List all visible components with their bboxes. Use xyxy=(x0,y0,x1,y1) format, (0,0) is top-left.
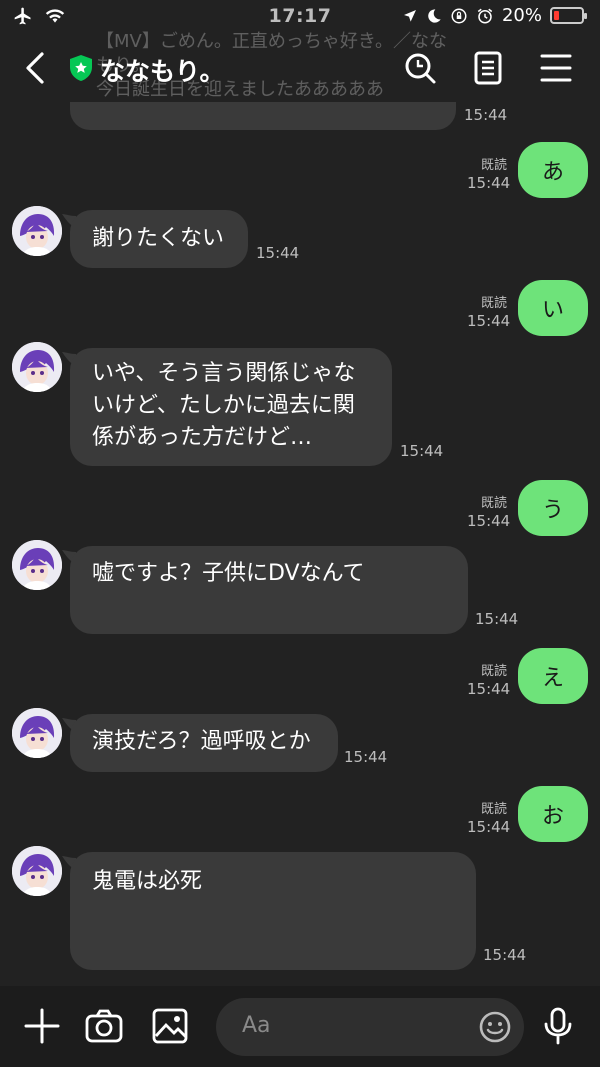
message-input[interactable]: Aa xyxy=(216,998,524,1056)
outgoing-message-bubble[interactable]: い xyxy=(518,280,588,336)
read-receipt: 既読 xyxy=(481,802,508,817)
message-time: 15:44 xyxy=(467,174,511,192)
outgoing-message-bubble[interactable]: お xyxy=(518,786,588,842)
battery-percent: 20% xyxy=(501,5,542,26)
emoji-icon[interactable] xyxy=(478,1010,512,1044)
moon-icon xyxy=(428,8,441,23)
avatar[interactable] xyxy=(12,846,62,896)
outgoing-message-bubble[interactable]: う xyxy=(518,480,588,536)
composer-bar: Aa xyxy=(0,986,600,1067)
message-time: 15:44 xyxy=(467,818,511,836)
chat-header: 【MV】ごめん。正直めっちゃ好き。／ななもり。 今日誕生日を迎えましたあああああ… xyxy=(0,31,600,102)
incoming-message-bubble[interactable]: 演技だろ？過呼吸とか xyxy=(70,714,338,772)
menu-icon[interactable] xyxy=(538,50,574,86)
back-arrow-icon[interactable] xyxy=(20,50,50,86)
avatar[interactable] xyxy=(12,708,62,758)
message-time: 15:44 xyxy=(467,312,511,330)
plus-icon[interactable] xyxy=(22,1006,62,1046)
microphone-icon[interactable] xyxy=(538,1006,578,1046)
alarm-icon xyxy=(477,8,493,23)
chat-title: ななもり。 xyxy=(100,57,225,86)
message-time: 15:44 xyxy=(256,244,300,262)
incoming-message-bubble[interactable]: 鬼電は必死 xyxy=(70,852,476,970)
read-receipt: 既読 xyxy=(481,496,508,511)
previous-message-bubble[interactable] xyxy=(70,102,456,130)
rotation-lock-icon xyxy=(451,8,467,23)
notes-icon[interactable] xyxy=(470,50,506,86)
avatar[interactable] xyxy=(12,206,62,256)
outgoing-message-bubble[interactable]: あ xyxy=(518,142,588,198)
avatar[interactable] xyxy=(12,342,62,392)
avatar[interactable] xyxy=(12,540,62,590)
message-time: 15:44 xyxy=(400,442,444,460)
location-icon xyxy=(403,9,416,22)
message-time: 15:44 xyxy=(467,680,511,698)
status-bar: 17:17 20% xyxy=(0,0,600,34)
message-list[interactable]: 15:44 既読 15:44 あ 謝りたくない 15:44 既読 15:44 い… xyxy=(0,102,600,986)
official-shield-icon xyxy=(70,55,92,81)
message-time: 15:44 xyxy=(467,512,511,530)
outgoing-message-bubble[interactable]: え xyxy=(518,648,588,704)
message-time: 15:44 xyxy=(464,106,508,124)
read-receipt: 既読 xyxy=(481,664,508,679)
camera-icon[interactable] xyxy=(84,1006,124,1046)
read-receipt: 既読 xyxy=(481,296,508,311)
message-time: 15:44 xyxy=(475,610,519,628)
image-icon[interactable] xyxy=(150,1006,190,1046)
incoming-message-bubble[interactable]: 謝りたくない xyxy=(70,210,248,268)
message-input-placeholder: Aa xyxy=(242,1013,271,1038)
message-time: 15:44 xyxy=(344,748,388,766)
read-receipt: 既読 xyxy=(481,158,508,173)
message-time: 15:44 xyxy=(483,946,527,964)
battery-icon xyxy=(550,7,587,24)
incoming-message-bubble[interactable]: いや、そう言う関係じゃないけど、たしかに過去に関係があった方だけど… xyxy=(70,348,392,466)
incoming-message-bubble[interactable]: 嘘ですよ？子供にDVなんて xyxy=(70,546,468,634)
search-icon[interactable] xyxy=(402,50,438,86)
